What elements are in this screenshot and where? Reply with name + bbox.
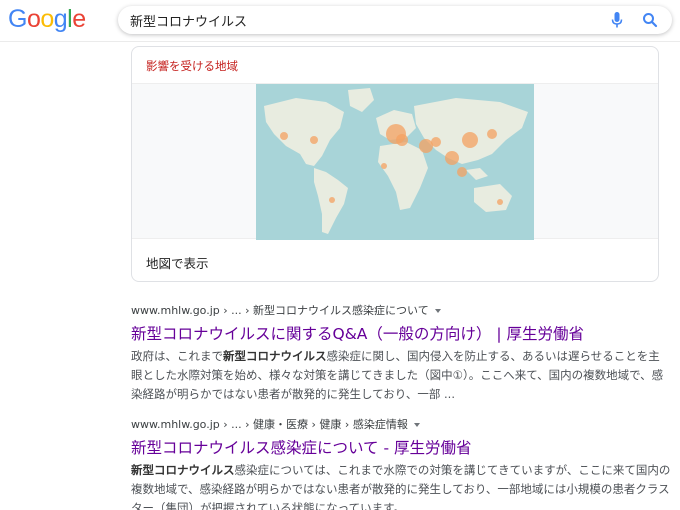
- logo-letter: G: [8, 5, 27, 33]
- map-area[interactable]: [132, 83, 658, 240]
- hotspot-usa-east: [310, 136, 318, 144]
- result-url-text[interactable]: www.mhlw.go.jp › ... › 健康・医療 › 健康 › 感染症情…: [131, 418, 408, 431]
- search-input[interactable]: [130, 11, 600, 29]
- magnifier-icon[interactable]: [642, 12, 658, 28]
- hotspot-usa-west: [280, 132, 288, 140]
- url-menu-caret-icon[interactable]: [434, 309, 441, 313]
- snippet-highlight: 新型コロナウイルス: [223, 349, 327, 363]
- logo-letter: g: [53, 5, 68, 33]
- map-card-title: 影響を受ける地域: [146, 59, 238, 73]
- hotspot-middle-east: [419, 139, 433, 153]
- result-url-text[interactable]: www.mhlw.go.jp › ... › 新型コロナウイルス感染症について: [131, 304, 429, 317]
- hotspot-australia: [497, 199, 503, 205]
- logo-letter: e: [72, 5, 86, 33]
- result-title-link[interactable]: 新型コロナウイルスに関するQ&A（一般の方向け） | 厚生労働省: [131, 322, 671, 344]
- affected-regions-card: 影響を受ける地域 地図で表示: [131, 46, 659, 282]
- search-header: Google: [0, 0, 680, 42]
- hotspot-china: [462, 132, 478, 148]
- hotspot-iran: [431, 137, 441, 147]
- logo-letter: o: [40, 5, 54, 33]
- hotspot-india: [445, 151, 459, 165]
- result-url[interactable]: www.mhlw.go.jp › ... › 健康・医療 › 健康 › 感染症情…: [131, 416, 671, 432]
- result-snippet: 政府は、これまで新型コロナウイルス感染症に関し、国内侵入を防止する、あるいは遅ら…: [131, 347, 671, 404]
- show-map-link[interactable]: 地図で表示: [146, 253, 209, 272]
- snippet-highlight: 新型コロナウイルス: [131, 463, 235, 477]
- result-snippet: 新型コロナウイルス感染症については、これまで水際での対策を講じてきていますが、こ…: [131, 461, 671, 510]
- logo-letter: o: [26, 5, 41, 33]
- hotspot-korea-japan: [487, 129, 497, 139]
- hotspot-africa-west: [381, 163, 387, 169]
- snippet-text: 政府は、これまで: [131, 349, 223, 363]
- hotspot-brazil: [329, 197, 335, 203]
- hotspot-italy: [396, 134, 408, 146]
- result-title-link[interactable]: 新型コロナウイルス感染症について - 厚生労働省: [131, 436, 671, 458]
- search-box[interactable]: [118, 6, 672, 34]
- hotspot-sea: [457, 167, 467, 177]
- url-menu-caret-icon[interactable]: [413, 423, 420, 427]
- search-result: www.mhlw.go.jp › ... › 新型コロナウイルス感染症について …: [131, 302, 671, 404]
- search-result: www.mhlw.go.jp › ... › 健康・医療 › 健康 › 感染症情…: [131, 416, 671, 510]
- result-url[interactable]: www.mhlw.go.jp › ... › 新型コロナウイルス感染症について: [131, 302, 671, 318]
- world-map[interactable]: [256, 84, 534, 240]
- google-logo[interactable]: Google: [8, 5, 86, 34]
- microphone-icon[interactable]: [610, 11, 624, 29]
